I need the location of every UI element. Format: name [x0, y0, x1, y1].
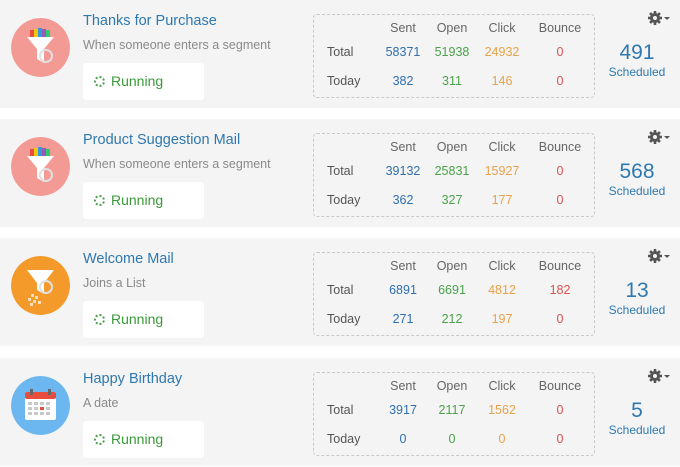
- scheduled-link[interactable]: 5 Scheduled: [600, 399, 674, 438]
- scheduled-count: 491: [619, 41, 655, 64]
- today-bounce: 0: [556, 74, 564, 88]
- campaign-trigger: When someone enters a segment: [83, 157, 271, 171]
- scheduled-label: Scheduled: [608, 423, 666, 437]
- spinner-icon: [94, 76, 105, 87]
- total-bounce: 0: [556, 403, 564, 417]
- list-funnel-icon: [11, 256, 70, 315]
- header-click: Click: [488, 140, 516, 154]
- caret-down-icon: [664, 17, 670, 20]
- stats-table: Sent Open Click Bounce Total 39132 25831…: [313, 133, 595, 217]
- stats-table: Sent Open Click Bounce Total 3917 2117 1…: [313, 372, 595, 456]
- scheduled-count: 568: [619, 160, 655, 183]
- scheduled-link[interactable]: 491 Scheduled: [600, 41, 674, 80]
- scheduled-label: Scheduled: [608, 184, 666, 198]
- status-text: Running: [111, 431, 164, 447]
- stats-table: Sent Open Click Bounce Total 58371 51938…: [313, 14, 595, 98]
- row-label-total: Total: [327, 164, 354, 178]
- status-badge: Running: [83, 63, 204, 100]
- gear-icon: [648, 369, 662, 383]
- status-text: Running: [111, 73, 164, 89]
- campaign-card: Product Suggestion Mail When someone ent…: [0, 119, 680, 227]
- scheduled-label: Scheduled: [608, 65, 666, 79]
- scheduled-count: 5: [631, 399, 643, 422]
- campaign-card: Welcome Mail Joins a List Running Sent O…: [0, 238, 680, 346]
- total-bounce: 0: [556, 45, 564, 59]
- today-bounce: 0: [556, 193, 564, 207]
- header-bounce: Bounce: [538, 140, 582, 154]
- header-bounce: Bounce: [538, 21, 582, 35]
- header-bounce: Bounce: [538, 259, 582, 273]
- calendar-icon: [11, 376, 70, 435]
- spinner-icon: [94, 434, 105, 445]
- campaign-card: Happy Birthday A date Running Sent Open …: [0, 358, 680, 466]
- row-label-today: Today: [327, 312, 361, 326]
- total-click: 1562: [488, 403, 516, 417]
- scheduled-count: 13: [625, 279, 649, 302]
- campaign-name-link[interactable]: Thanks for Purchase: [83, 13, 217, 29]
- scheduled-label: Scheduled: [608, 303, 666, 317]
- today-click: 177: [491, 193, 513, 207]
- header-click: Click: [488, 259, 516, 273]
- header-bounce: Bounce: [538, 379, 582, 393]
- status-badge: Running: [83, 182, 204, 219]
- gear-icon: [648, 249, 662, 263]
- header-click: Click: [488, 379, 516, 393]
- today-click: 0: [498, 432, 506, 446]
- row-label-total: Total: [327, 403, 354, 417]
- today-bounce: 0: [556, 432, 564, 446]
- stats-table: Sent Open Click Bounce Total 6891 6691 4…: [313, 252, 595, 336]
- caret-down-icon: [664, 375, 670, 378]
- status-text: Running: [111, 311, 164, 327]
- gear-icon: [648, 130, 662, 144]
- campaign-name-link[interactable]: Product Suggestion Mail: [83, 132, 240, 148]
- row-label-today: Today: [327, 193, 361, 207]
- status-badge: Running: [83, 421, 204, 458]
- row-label-today: Today: [327, 74, 361, 88]
- total-click: 4812: [488, 283, 516, 297]
- status-text: Running: [111, 192, 164, 208]
- gear-dropdown-button[interactable]: [648, 129, 672, 145]
- total-bounce: 182: [549, 283, 571, 297]
- status-badge: Running: [83, 301, 204, 338]
- segment-funnel-icon: [11, 18, 70, 77]
- row-label-total: Total: [327, 45, 354, 59]
- gear-dropdown-button[interactable]: [648, 248, 672, 264]
- row-label-today: Today: [327, 432, 361, 446]
- header-click: Click: [488, 21, 516, 35]
- gear-icon: [648, 11, 662, 25]
- total-click: 15927: [484, 164, 520, 178]
- total-click: 24932: [484, 45, 520, 59]
- spinner-icon: [94, 195, 105, 206]
- campaign-name-link[interactable]: Happy Birthday: [83, 371, 182, 387]
- spinner-icon: [94, 314, 105, 325]
- campaign-list: Thanks for Purchase When someone enters …: [0, 0, 680, 467]
- scheduled-link[interactable]: 568 Scheduled: [600, 160, 674, 199]
- today-click: 146: [491, 74, 513, 88]
- gear-dropdown-button[interactable]: [648, 10, 672, 26]
- campaign-trigger: A date: [83, 396, 119, 410]
- caret-down-icon: [664, 255, 670, 258]
- caret-down-icon: [664, 136, 670, 139]
- campaign-name-link[interactable]: Welcome Mail: [83, 251, 174, 267]
- scheduled-link[interactable]: 13 Scheduled: [600, 279, 674, 318]
- total-bounce: 0: [556, 164, 564, 178]
- row-label-total: Total: [327, 283, 354, 297]
- gear-dropdown-button[interactable]: [648, 368, 672, 384]
- today-click: 197: [491, 312, 513, 326]
- segment-funnel-icon: [11, 137, 70, 196]
- campaign-trigger: Joins a List: [83, 276, 146, 290]
- today-bounce: 0: [556, 312, 564, 326]
- campaign-card: Thanks for Purchase When someone enters …: [0, 0, 680, 108]
- campaign-trigger: When someone enters a segment: [83, 38, 271, 52]
